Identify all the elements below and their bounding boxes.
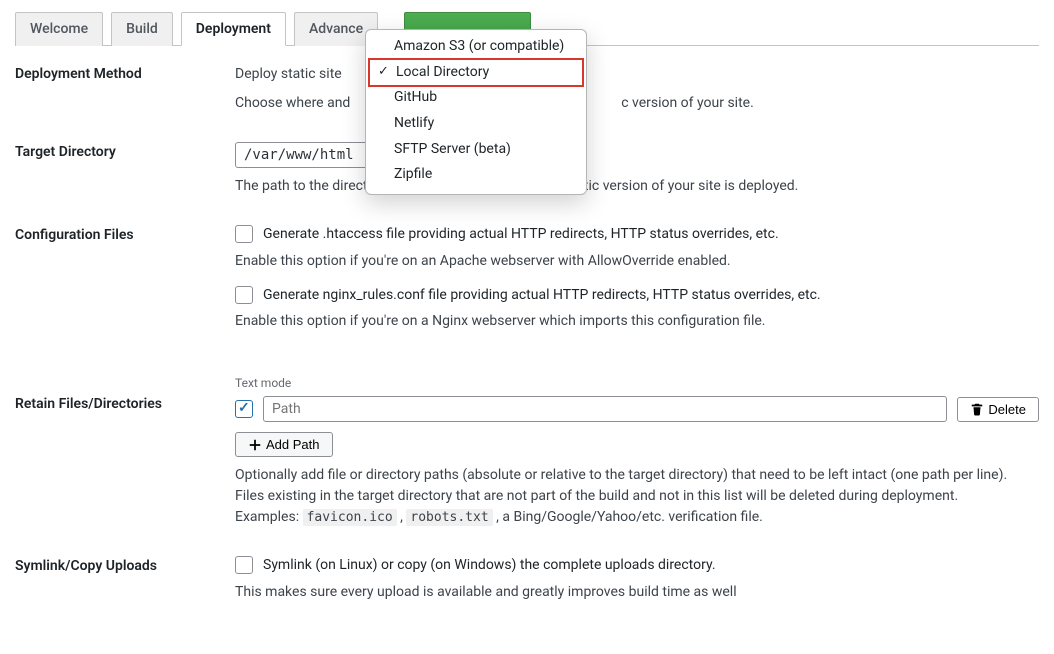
retain-help1: Optionally add file or directory paths (… bbox=[235, 465, 1039, 486]
dropdown-item-github[interactable]: GitHub bbox=[366, 85, 586, 111]
htaccess-help: Enable this option if you're on an Apach… bbox=[235, 251, 1039, 272]
tab-welcome[interactable]: Welcome bbox=[15, 12, 103, 46]
deployment-method-text: Deploy static site bbox=[235, 64, 1039, 85]
plus-icon bbox=[248, 438, 262, 452]
retain-mode-label: Text mode bbox=[235, 374, 1039, 392]
retain-label: Retain Files/Directories bbox=[15, 374, 235, 412]
retain-path-input[interactable] bbox=[263, 396, 947, 422]
deployment-method-dropdown: Amazon S3 (or compatible) Local Director… bbox=[365, 29, 587, 195]
add-path-label: Add Path bbox=[266, 437, 320, 452]
htaccess-label: Generate .htaccess file providing actual… bbox=[263, 225, 779, 245]
deployment-method-label: Deployment Method bbox=[15, 64, 235, 82]
retain-help3-pre: Examples: bbox=[235, 509, 303, 525]
add-path-button[interactable]: Add Path bbox=[235, 432, 333, 457]
symlink-label: Symlink/Copy Uploads bbox=[15, 556, 235, 574]
tab-build[interactable]: Build bbox=[111, 12, 173, 46]
nginx-help: Enable this option if you're on a Nginx … bbox=[235, 311, 1039, 332]
symlink-help: This makes sure every upload is availabl… bbox=[235, 582, 1039, 603]
htaccess-checkbox[interactable] bbox=[235, 225, 253, 243]
delete-label: Delete bbox=[988, 402, 1026, 417]
retain-code2: robots.txt bbox=[406, 509, 492, 526]
dropdown-item-s3[interactable]: Amazon S3 (or compatible) bbox=[366, 34, 586, 60]
nginx-label: Generate nginx_rules.conf file providing… bbox=[263, 286, 821, 306]
trash-icon bbox=[970, 402, 984, 416]
symlink-checkbox[interactable] bbox=[235, 556, 253, 574]
retain-help3: Examples: favicon.ico , robots.txt , a B… bbox=[235, 507, 1039, 528]
retain-code1: favicon.ico bbox=[303, 509, 397, 526]
dropdown-item-sftp[interactable]: SFTP Server (beta) bbox=[366, 137, 586, 163]
deployment-method-help: Choose where and xxxxxxxxxxxxxxxxxxxxxxx… bbox=[235, 93, 1039, 114]
tab-deployment[interactable]: Deployment bbox=[181, 12, 286, 46]
target-directory-label: Target Directory bbox=[15, 142, 235, 160]
help-pre: Choose where and bbox=[235, 95, 354, 111]
retain-help2: Files existing in the target directory t… bbox=[235, 486, 1039, 507]
tabs-bar: Welcome Build Deployment Advance Amazon … bbox=[15, 12, 1039, 46]
help-post: c version of your site. bbox=[621, 95, 754, 111]
dropdown-item-zipfile[interactable]: Zipfile bbox=[366, 162, 586, 188]
dropdown-item-netlify[interactable]: Netlify bbox=[366, 111, 586, 137]
retain-row-checkbox[interactable] bbox=[235, 400, 253, 418]
nginx-checkbox[interactable] bbox=[235, 286, 253, 304]
symlink-checkbox-label: Symlink (on Linux) or copy (on Windows) … bbox=[263, 556, 716, 576]
configuration-files-label: Configuration Files bbox=[15, 225, 235, 243]
dropdown-item-local-directory[interactable]: Local Directory bbox=[368, 58, 584, 88]
delete-path-button[interactable]: Delete bbox=[957, 397, 1039, 422]
target-directory-help: The path to the directory on the filesys… bbox=[235, 176, 1039, 197]
retain-help3-post: , a Bing/Google/Yahoo/etc. verification … bbox=[496, 509, 763, 525]
